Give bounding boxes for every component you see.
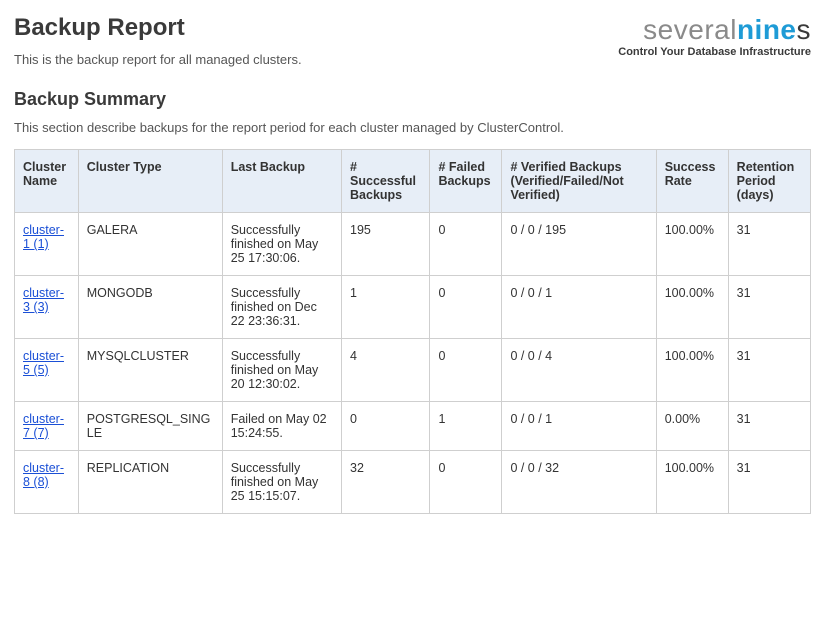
cell-successful: 4 bbox=[342, 339, 430, 402]
cell-cluster-type: POSTGRESQL_SINGLE bbox=[78, 402, 222, 451]
page-title: Backup Report bbox=[14, 14, 302, 42]
col-cluster-type: Cluster Type bbox=[78, 150, 222, 213]
cell-cluster-type: REPLICATION bbox=[78, 451, 222, 514]
cell-retention: 31 bbox=[728, 213, 810, 276]
cell-cluster-type: MYSQLCLUSTER bbox=[78, 339, 222, 402]
col-verified: # Verified Backups (Verified/Failed/Not … bbox=[502, 150, 656, 213]
cell-last-backup: Successfully finished on Dec 22 23:36:31… bbox=[222, 276, 341, 339]
table-row: cluster-5 (5) MYSQLCLUSTER Successfully … bbox=[15, 339, 811, 402]
cluster-link[interactable]: cluster-5 (5) bbox=[23, 349, 64, 377]
cell-success-rate: 0.00% bbox=[656, 402, 728, 451]
cell-last-backup: Successfully finished on May 25 17:30:06… bbox=[222, 213, 341, 276]
cell-success-rate: 100.00% bbox=[656, 451, 728, 514]
brand-logo: severalnines bbox=[618, 16, 811, 44]
cell-verified: 0 / 0 / 1 bbox=[502, 402, 656, 451]
cell-verified: 0 / 0 / 32 bbox=[502, 451, 656, 514]
page-subtitle: This is the backup report for all manage… bbox=[14, 52, 302, 67]
table-row: cluster-8 (8) REPLICATION Successfully f… bbox=[15, 451, 811, 514]
table-row: cluster-7 (7) POSTGRESQL_SINGLE Failed o… bbox=[15, 402, 811, 451]
table-row: cluster-1 (1) GALERA Successfully finish… bbox=[15, 213, 811, 276]
brand-word-several: several bbox=[643, 14, 737, 45]
cell-successful: 1 bbox=[342, 276, 430, 339]
cell-retention: 31 bbox=[728, 276, 810, 339]
backup-summary-table: Cluster Name Cluster Type Last Backup # … bbox=[14, 149, 811, 514]
cell-cluster-type: MONGODB bbox=[78, 276, 222, 339]
col-last-backup: Last Backup bbox=[222, 150, 341, 213]
cell-last-backup: Failed on May 02 15:24:55. bbox=[222, 402, 341, 451]
cell-successful: 195 bbox=[342, 213, 430, 276]
cell-success-rate: 100.00% bbox=[656, 213, 728, 276]
cell-retention: 31 bbox=[728, 402, 810, 451]
brand-tagline: Control Your Database Infrastructure bbox=[618, 46, 811, 58]
section-description: This section describe backups for the re… bbox=[14, 120, 811, 135]
cell-failed: 0 bbox=[430, 213, 502, 276]
table-header-row: Cluster Name Cluster Type Last Backup # … bbox=[15, 150, 811, 213]
brand-word-nine: nine bbox=[737, 14, 797, 45]
cell-failed: 0 bbox=[430, 339, 502, 402]
cell-success-rate: 100.00% bbox=[656, 276, 728, 339]
brand-block: severalnines Control Your Database Infra… bbox=[618, 10, 811, 58]
col-failed: # Failed Backups bbox=[430, 150, 502, 213]
cell-cluster-type: GALERA bbox=[78, 213, 222, 276]
cell-last-backup: Successfully finished on May 20 12:30:02… bbox=[222, 339, 341, 402]
cell-failed: 0 bbox=[430, 451, 502, 514]
cluster-link[interactable]: cluster-1 (1) bbox=[23, 223, 64, 251]
cluster-link[interactable]: cluster-3 (3) bbox=[23, 286, 64, 314]
section-heading: Backup Summary bbox=[14, 89, 811, 110]
col-cluster-name: Cluster Name bbox=[15, 150, 79, 213]
cell-success-rate: 100.00% bbox=[656, 339, 728, 402]
brand-word-s: s bbox=[797, 14, 812, 45]
cell-successful: 0 bbox=[342, 402, 430, 451]
cluster-link[interactable]: cluster-7 (7) bbox=[23, 412, 64, 440]
cell-verified: 0 / 0 / 195 bbox=[502, 213, 656, 276]
cell-retention: 31 bbox=[728, 339, 810, 402]
cluster-link[interactable]: cluster-8 (8) bbox=[23, 461, 64, 489]
col-successful: # Successful Backups bbox=[342, 150, 430, 213]
table-row: cluster-3 (3) MONGODB Successfully finis… bbox=[15, 276, 811, 339]
cell-successful: 32 bbox=[342, 451, 430, 514]
cell-verified: 0 / 0 / 1 bbox=[502, 276, 656, 339]
cell-failed: 0 bbox=[430, 276, 502, 339]
cell-last-backup: Successfully finished on May 25 15:15:07… bbox=[222, 451, 341, 514]
cell-retention: 31 bbox=[728, 451, 810, 514]
col-success-rate: Success Rate bbox=[656, 150, 728, 213]
col-retention: Retention Period (days) bbox=[728, 150, 810, 213]
cell-failed: 1 bbox=[430, 402, 502, 451]
cell-verified: 0 / 0 / 4 bbox=[502, 339, 656, 402]
